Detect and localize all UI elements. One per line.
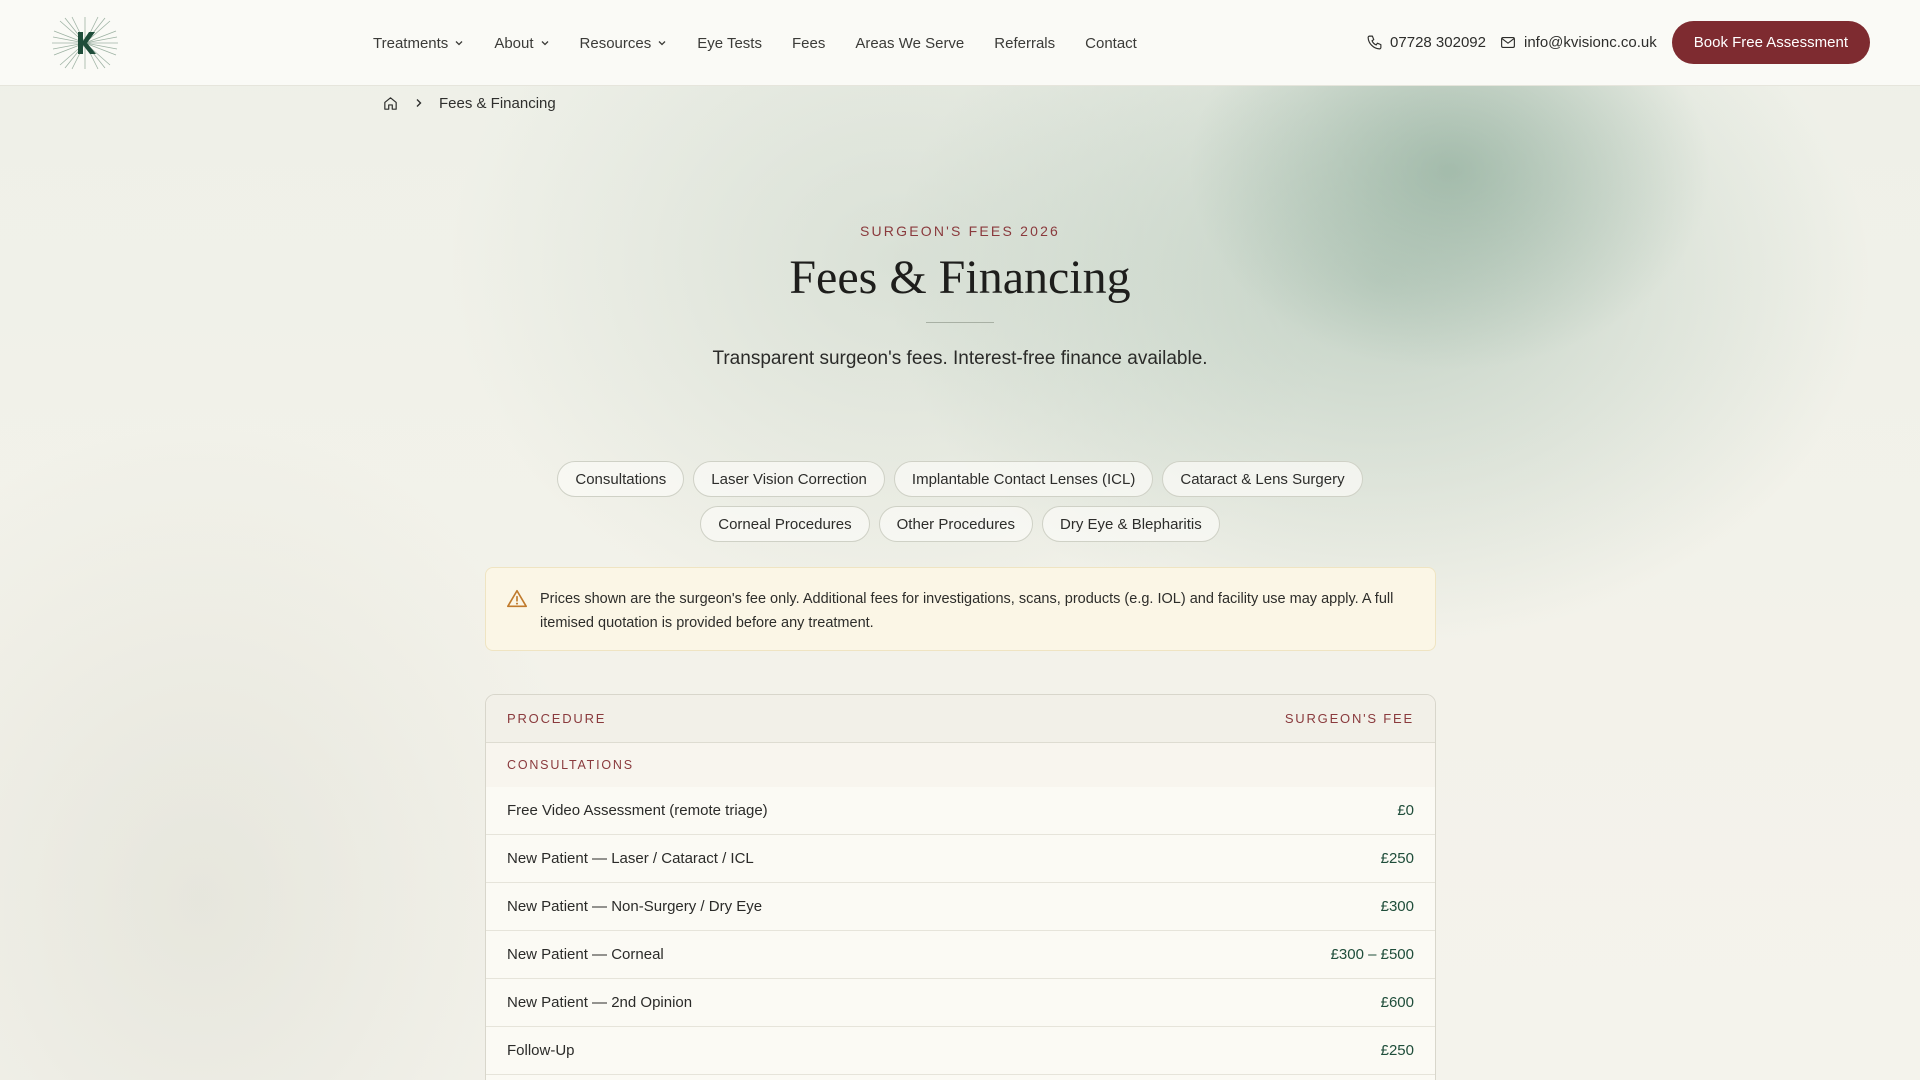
- page-title: Fees & Financing: [789, 251, 1131, 304]
- filter-other-procedures[interactable]: Other Procedures: [878, 506, 1034, 542]
- chevron-down-icon: [658, 41, 666, 46]
- chevron-right-icon: [416, 99, 422, 107]
- chevron-down-icon: [455, 41, 463, 46]
- nav-fees[interactable]: Fees: [792, 35, 825, 52]
- filter-laser-vision-correction[interactable]: Laser Vision Correction: [693, 461, 885, 497]
- procedure-fee: £300: [1380, 898, 1414, 915]
- nav-referrals[interactable]: Referrals: [994, 35, 1055, 52]
- site-header: Treatments About Resources Eye Tests Fee…: [0, 0, 1920, 86]
- procedure-name: New Patient — 2nd Opinion: [507, 994, 693, 1011]
- warning-icon: [507, 589, 527, 608]
- hero-subtitle: Transparent surgeon's fees. Interest-fre…: [712, 348, 1208, 369]
- header-fee: SURGEON'S FEE: [1284, 711, 1414, 726]
- nav-label: Fees: [791, 34, 826, 52]
- nav-label: Resources: [579, 34, 652, 52]
- nav-label: Referrals: [994, 34, 1056, 52]
- procedure-fee: £250: [1380, 1042, 1414, 1059]
- header-contact: 07728 302092 info@kvisionc.co.uk Book Fr…: [1366, 21, 1870, 64]
- category-filters-row-2: Corneal Procedures Other Procedures Dry …: [0, 506, 1920, 542]
- nav-label: About: [494, 34, 534, 52]
- nav-treatments[interactable]: Treatments: [373, 35, 464, 52]
- book-free-assessment-button[interactable]: Book Free Assessment: [1671, 21, 1870, 64]
- notice-text: Prices shown are the surgeon's fee only.…: [540, 591, 1394, 631]
- table-row: New Patient — Corneal £300 – £500: [486, 931, 1435, 979]
- procedure-name: Free Video Assessment (remote triage): [507, 802, 768, 819]
- phone-icon: [1367, 35, 1382, 50]
- table-row: New Patient — Non-Surgery / Dry Eye £300: [486, 883, 1435, 931]
- nav-label: Treatments: [373, 34, 449, 52]
- hero-eyebrow: SURGEON'S FEES 2026: [859, 223, 1061, 239]
- page: Treatments About Resources Eye Tests Fee…: [0, 0, 1920, 1080]
- fees-table: PROCEDURE SURGEON'S FEE CONSULTATIONS Fr…: [485, 694, 1436, 1080]
- breadcrumb: Fees & Financing: [382, 93, 556, 113]
- nav-eye-tests[interactable]: Eye Tests: [697, 35, 762, 52]
- procedure-fee: £250: [1380, 850, 1414, 867]
- filter-corneal-procedures[interactable]: Corneal Procedures: [700, 506, 870, 542]
- category-filters-row-1: Consultations Laser Vision Correction Im…: [0, 461, 1920, 497]
- table-header: PROCEDURE SURGEON'S FEE: [486, 695, 1435, 743]
- breadcrumb-current: Fees & Financing: [439, 94, 556, 112]
- fee-notice: Prices shown are the surgeon's fee only.…: [485, 567, 1436, 651]
- procedure-fee: £600: [1380, 994, 1414, 1011]
- chevron-down-icon: [541, 41, 548, 46]
- nav-label: Areas We Serve: [855, 34, 965, 52]
- home-icon[interactable]: [382, 95, 399, 112]
- procedure-name: New Patient — Laser / Cataract / ICL: [507, 850, 754, 867]
- table-row: New Patient — 2nd Opinion £600: [486, 979, 1435, 1027]
- mail-icon: [1501, 36, 1515, 49]
- filter-cataract-lens-surgery[interactable]: Cataract & Lens Surgery: [1162, 461, 1363, 497]
- table-group-heading: CONSULTATIONS: [486, 743, 1435, 787]
- logo[interactable]: [50, 15, 120, 71]
- table-row: New Patient — Laser / Cataract / ICL £25…: [486, 835, 1435, 883]
- nav-label: Contact: [1085, 34, 1137, 52]
- filter-dry-eye-blepharitis[interactable]: Dry Eye & Blepharitis: [1042, 506, 1220, 542]
- nav-label: Eye Tests: [697, 34, 762, 52]
- procedure-fee: £0: [1397, 802, 1414, 819]
- procedure-fee: £300 – £500: [1330, 946, 1414, 963]
- procedure-name: New Patient — Corneal: [507, 946, 664, 963]
- table-row: Follow-Up £250: [486, 1027, 1435, 1075]
- title-divider: [926, 322, 994, 323]
- nav-areas-we-serve[interactable]: Areas We Serve: [855, 35, 964, 52]
- email-address: info@kvisionc.co.uk: [1523, 34, 1657, 51]
- procedure-name: New Patient — Non-Surgery / Dry Eye: [507, 898, 763, 915]
- main-nav: Treatments About Resources Eye Tests Fee…: [373, 0, 1137, 86]
- nav-resources[interactable]: Resources: [580, 35, 668, 52]
- nav-contact[interactable]: Contact: [1085, 35, 1137, 52]
- filter-icl[interactable]: Implantable Contact Lenses (ICL): [893, 461, 1154, 497]
- table-row: Free Video Assessment (remote triage) £0: [486, 787, 1435, 835]
- filter-consultations[interactable]: Consultations: [557, 461, 685, 497]
- phone-link[interactable]: 07728 302092: [1366, 34, 1486, 51]
- nav-about[interactable]: About: [494, 35, 549, 52]
- phone-number: 07728 302092: [1390, 34, 1486, 51]
- email-link[interactable]: info@kvisionc.co.uk: [1499, 34, 1657, 51]
- procedure-name: Follow-Up: [507, 1042, 575, 1059]
- header-procedure: PROCEDURE: [507, 711, 607, 726]
- logo-k-icon: [52, 16, 118, 70]
